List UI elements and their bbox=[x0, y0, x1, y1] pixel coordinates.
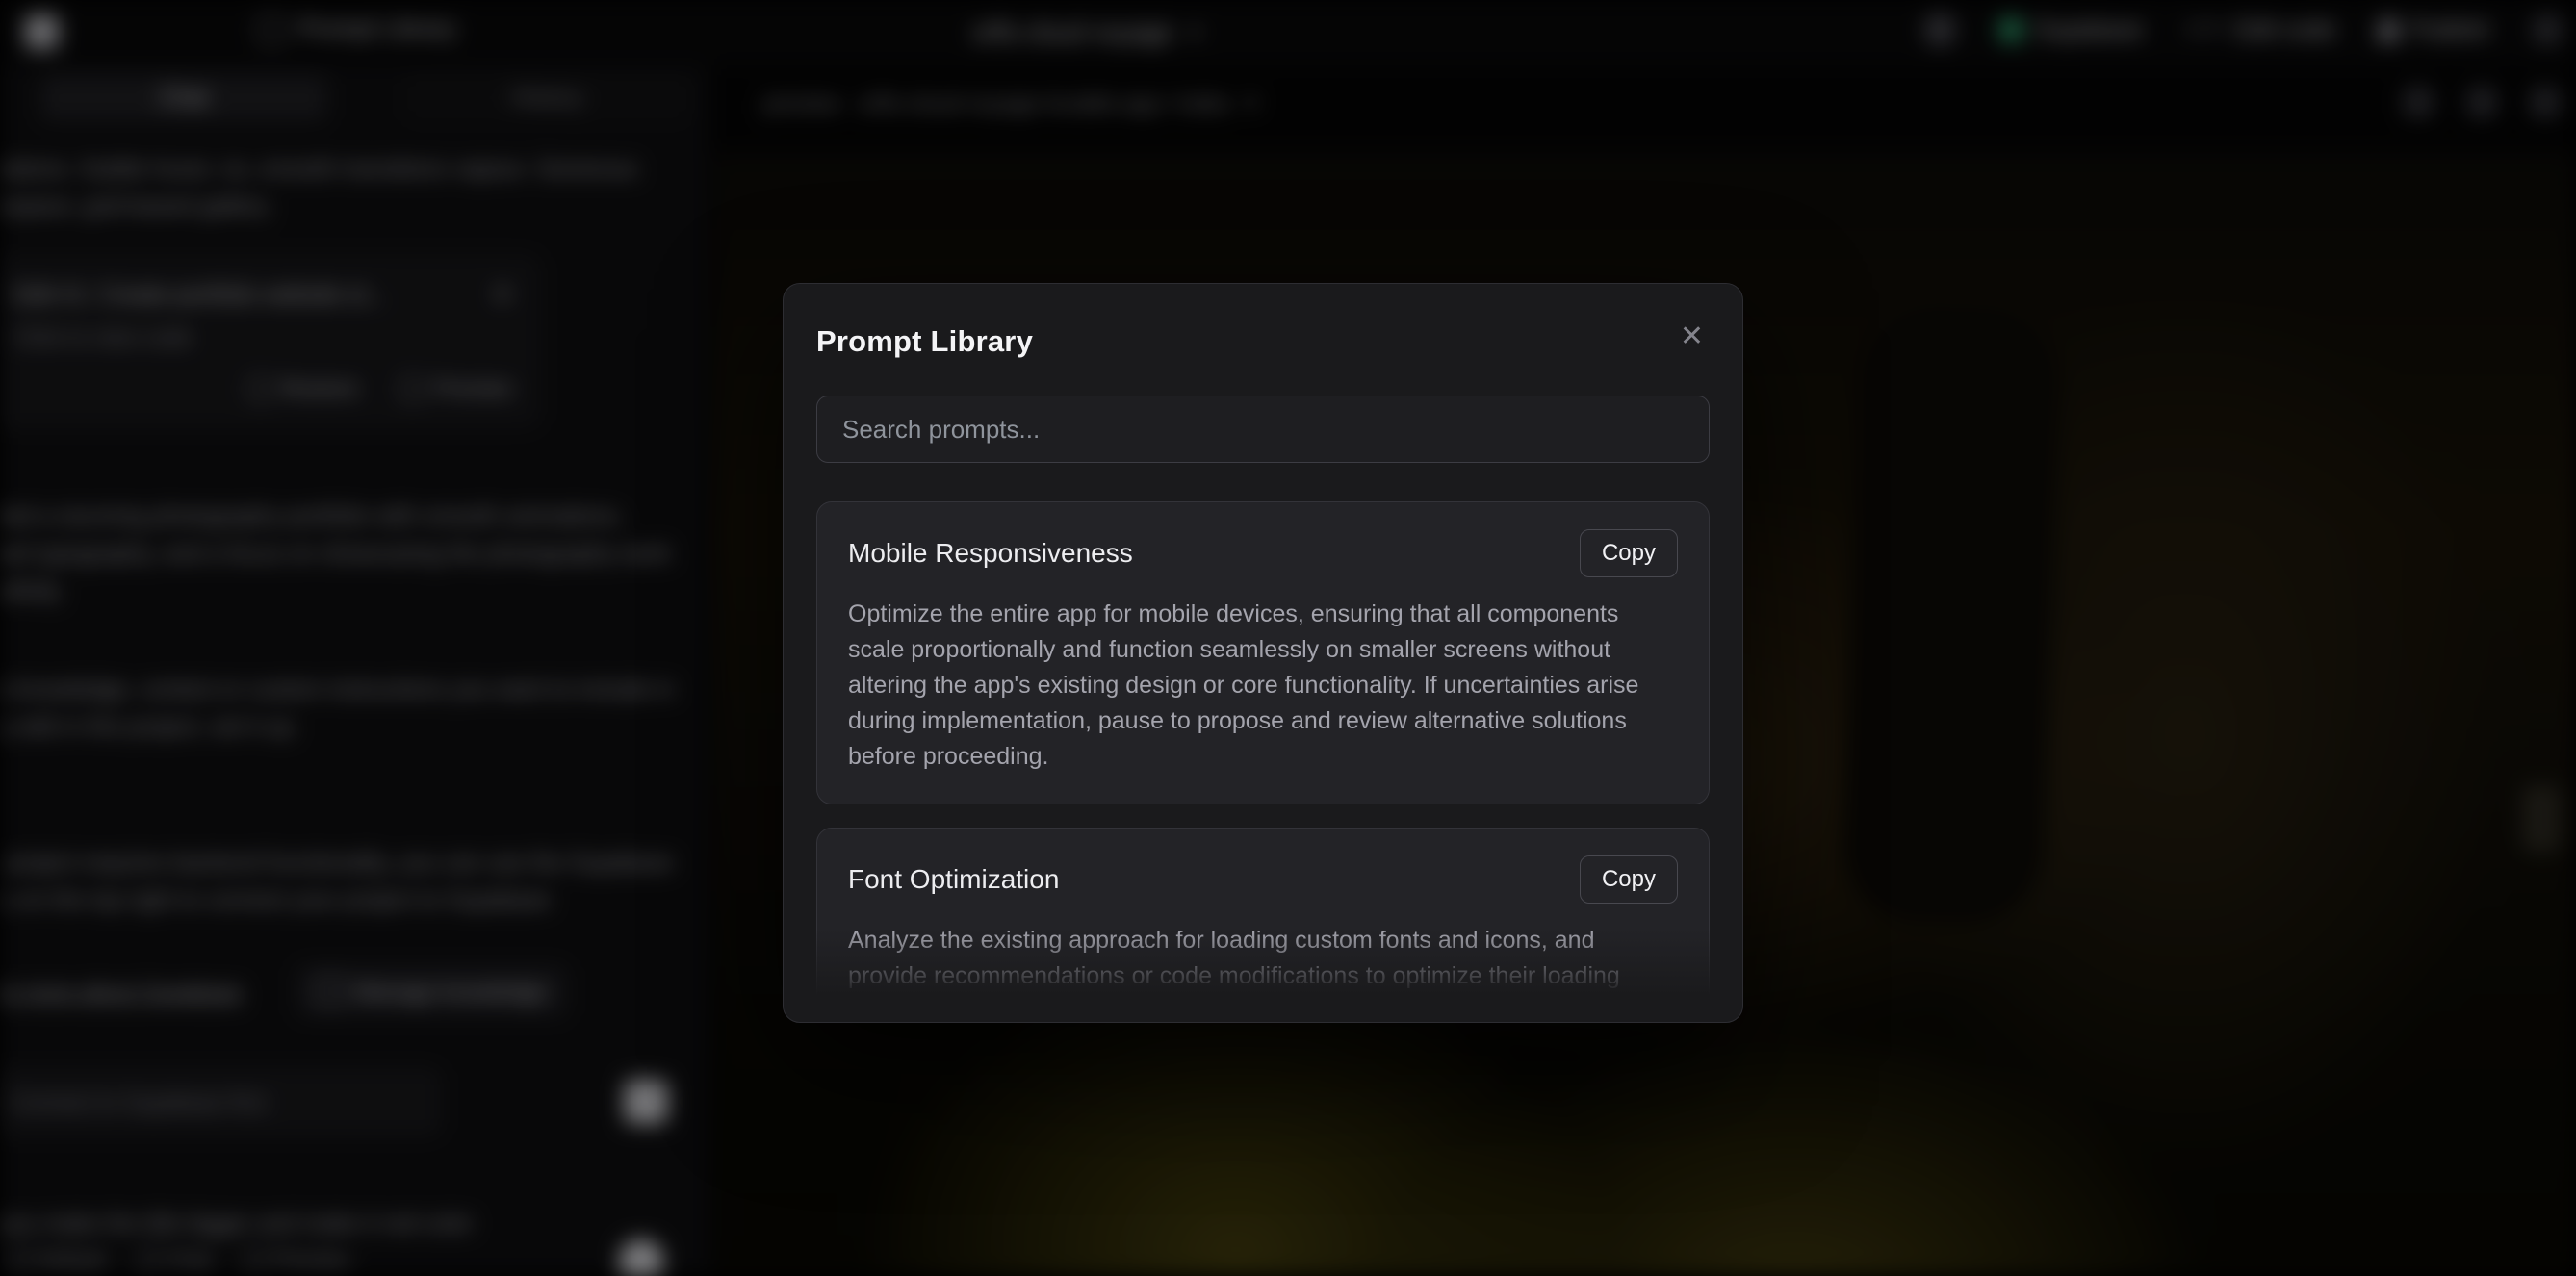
close-icon[interactable]: ✕ bbox=[1674, 322, 1710, 351]
prompt-card-mobile-responsiveness: Mobile Responsiveness Copy Optimize the … bbox=[816, 501, 1710, 804]
prompt-title: Mobile Responsiveness bbox=[848, 538, 1133, 569]
modal-header: Prompt Library ✕ bbox=[816, 324, 1710, 359]
prompt-title: Font Optimization bbox=[848, 864, 1059, 895]
prompt-description: Analyze the existing approach for loadin… bbox=[848, 923, 1678, 1023]
prompt-card-font-optimization: Font Optimization Copy Analyze the exist… bbox=[816, 828, 1710, 1023]
prompt-description: Optimize the entire app for mobile devic… bbox=[848, 597, 1678, 775]
modal-title: Prompt Library bbox=[816, 324, 1033, 359]
prompt-library-modal: Prompt Library ✕ Mobile Responsiveness C… bbox=[783, 283, 1743, 1023]
prompt-list: Mobile Responsiveness Copy Optimize the … bbox=[816, 501, 1710, 1023]
copy-button[interactable]: Copy bbox=[1580, 529, 1678, 577]
copy-button[interactable]: Copy bbox=[1580, 855, 1678, 904]
search-input[interactable] bbox=[816, 396, 1710, 463]
